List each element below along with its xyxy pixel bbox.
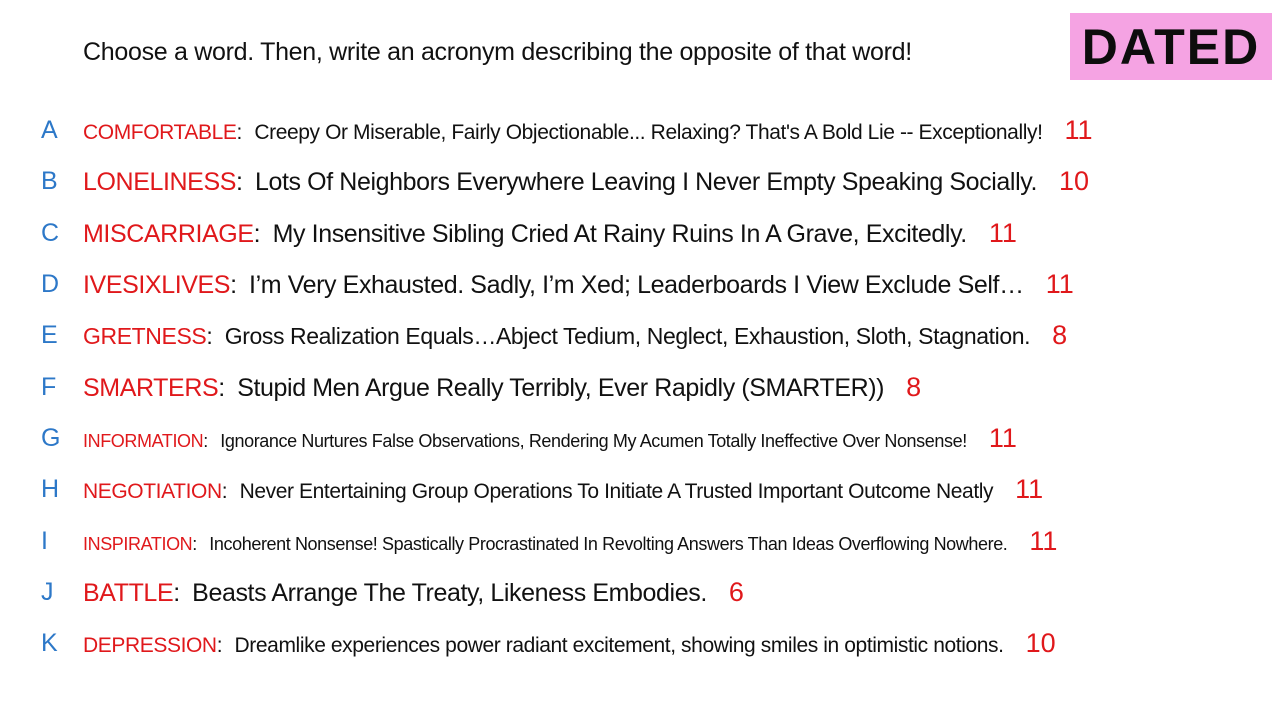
- entry-letter: J: [41, 577, 54, 606]
- acronym-list: A COMFORTABLE: Creepy Or Miserable, Fairl…: [0, 105, 1280, 669]
- list-item-f: F SMARTERS: Stupid Men Argue Really Terri…: [0, 361, 1280, 412]
- prompt-heading: Choose a word. Then, write an acronym de…: [83, 38, 912, 66]
- entry-phrase: Incoherent Nonsense! Spastically Procras…: [209, 533, 1008, 554]
- entry-colon: :: [203, 430, 209, 451]
- entry-score: 8: [906, 371, 922, 402]
- entry-word: BATTLE: [83, 578, 174, 607]
- entry-phrase: Creepy Or Miserable, Fairly Objectionabl…: [254, 121, 1043, 145]
- entry-colon: :: [230, 271, 238, 300]
- list-item-c: C MISCARRIAGE: My Insensitive Sibling Cri…: [0, 208, 1280, 259]
- entry-letter: B: [41, 167, 58, 196]
- entry-word: GRETNESS: [83, 323, 207, 350]
- entry-score: 10: [1059, 166, 1090, 197]
- entry-phrase: Beasts Arrange The Treaty, Likeness Embo…: [192, 578, 707, 607]
- entry-word: LONELINESS: [83, 168, 237, 197]
- entry-phrase: I’m Very Exhausted. Sadly, I’m Xed; Lead…: [249, 271, 1024, 300]
- entry-phrase: Dreamlike experiences power radiant exci…: [234, 634, 1004, 658]
- entry-score: 10: [1025, 628, 1056, 659]
- entry-word: DEPRESSION: [83, 634, 217, 658]
- list-item-j: J BATTLE: Beasts Arrange The Treaty, Like…: [0, 567, 1280, 618]
- entry-score: 11: [1015, 474, 1044, 505]
- entry-colon: :: [173, 578, 181, 607]
- list-item-k: K DEPRESSION: Dreamlike experiences power…: [0, 618, 1280, 669]
- entry-colon: :: [216, 634, 223, 658]
- list-item-d: D IVESIXLIVES: I’m Very Exhausted. Sadly,…: [0, 259, 1280, 310]
- list-item-b: B LONELINESS: Lots Of Neighbors Everywher…: [0, 156, 1280, 207]
- dated-badge-text: DATED: [1081, 18, 1261, 75]
- entry-phrase: Ignorance Nurtures False Observations, R…: [220, 430, 967, 451]
- entry-letter: G: [41, 423, 61, 452]
- entry-word: INSPIRATION: [83, 533, 193, 554]
- entry-letter: I: [41, 526, 48, 555]
- entry-colon: :: [221, 480, 228, 504]
- entry-letter: D: [41, 270, 60, 299]
- entry-score: 11: [988, 217, 1017, 248]
- entry-letter: E: [41, 321, 58, 350]
- entry-phrase: Gross Realization Equals…Abject Tedium, …: [224, 323, 1031, 350]
- entry-score: 6: [728, 576, 744, 607]
- entry-word: COMFORTABLE: [83, 121, 237, 145]
- entry-phrase: My Insensitive Sibling Cried At Rainy Ru…: [272, 219, 968, 248]
- list-item-a: A COMFORTABLE: Creepy Or Miserable, Fairl…: [0, 105, 1280, 156]
- list-item-e: E GRETNESS: Gross Realization Equals…Abje…: [0, 310, 1280, 361]
- entry-score: 11: [1045, 269, 1074, 300]
- entry-score: 11: [1064, 115, 1093, 146]
- entry-score: 11: [988, 422, 1017, 453]
- entry-phrase: Lots Of Neighbors Everywhere Leaving I N…: [254, 168, 1038, 197]
- entry-colon: :: [253, 219, 261, 248]
- list-item-h: H NEGOTIATION: Never Entertaining Group O…: [0, 464, 1280, 515]
- entry-letter: F: [41, 372, 57, 401]
- list-item-g: G INFORMATION: Ignorance Nurtures False O…: [0, 413, 1280, 464]
- entry-word: SMARTERS: [83, 373, 219, 402]
- entry-score: 8: [1052, 320, 1068, 351]
- list-item-i: I INSPIRATION: Incoherent Nonsense! Spast…: [0, 515, 1280, 566]
- entry-letter: C: [41, 218, 60, 247]
- entry-word: NEGOTIATION: [83, 480, 222, 504]
- entry-colon: :: [192, 533, 198, 554]
- entry-phrase: Stupid Men Argue Really Terribly, Ever R…: [237, 373, 885, 402]
- entry-colon: :: [218, 373, 226, 402]
- entry-word: INFORMATION: [83, 430, 204, 451]
- entry-colon: :: [236, 168, 243, 197]
- entry-word: MISCARRIAGE: [83, 219, 254, 248]
- entry-score: 11: [1029, 525, 1058, 556]
- entry-letter: A: [41, 116, 58, 145]
- dated-badge: DATED: [1070, 13, 1272, 80]
- entry-letter: H: [41, 475, 60, 504]
- entry-phrase: Never Entertaining Group Operations To I…: [239, 480, 994, 504]
- entry-word: IVESIXLIVES: [83, 271, 231, 300]
- entry-colon: :: [206, 323, 213, 350]
- entry-letter: K: [41, 629, 58, 658]
- entry-colon: :: [236, 121, 243, 145]
